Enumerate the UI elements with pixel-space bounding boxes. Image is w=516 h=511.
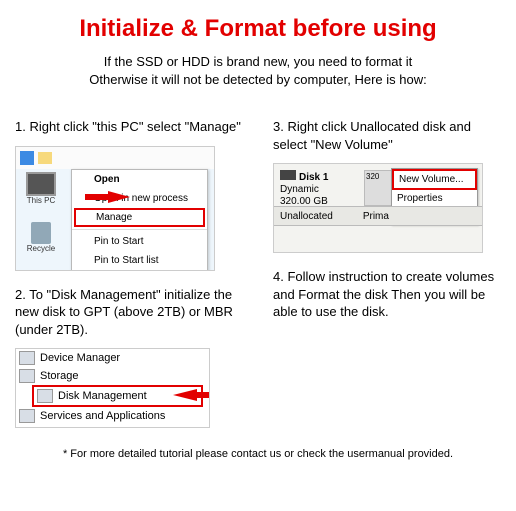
menu-properties[interactable]: Properties — [392, 190, 477, 207]
device-manager-label: Device Manager — [40, 352, 120, 364]
menu-manage[interactable]: Manage — [74, 208, 205, 227]
tree-storage[interactable]: Storage — [16, 367, 209, 385]
window-icon — [20, 151, 34, 165]
screenshot-this-pc-menu: This PC Recycle Open Open in new process… — [15, 146, 215, 271]
disk-icon — [280, 170, 296, 180]
menu-new-volume[interactable]: New Volume... — [392, 169, 477, 190]
menu-pin-start-list[interactable]: Pin to Start list — [72, 251, 207, 270]
tree-device-manager[interactable]: Device Manager — [16, 349, 209, 367]
footnote: * For more detailed tutorial please cont… — [15, 448, 501, 460]
taskbar — [16, 147, 214, 169]
step3-text: 3. Right click Unallocated disk and sele… — [273, 118, 501, 153]
recycle-label: Recycle — [27, 244, 55, 253]
screenshot-management-tree: Device Manager Storage Disk Management S… — [15, 348, 210, 428]
context-menu: Open Open in new process Manage Pin to S… — [71, 169, 208, 271]
step1-text: 1. Right click "this PC" select "Manage" — [15, 118, 243, 136]
disk-name: Disk 1 — [299, 172, 328, 183]
this-pc-icon[interactable]: This PC — [24, 172, 58, 210]
page-title: Initialize & Format before using — [15, 15, 501, 43]
device-manager-icon — [19, 351, 35, 365]
services-label: Services and Applications — [40, 410, 165, 422]
disk-management-icon — [37, 389, 53, 403]
step2-text: 2. To "Disk Management" initialize the n… — [15, 286, 243, 339]
subtitle-line1: If the SSD or HDD is brand new, you need… — [104, 54, 413, 69]
red-arrow-icon — [108, 191, 130, 203]
subtitle-line2: Otherwise it will not be detected by com… — [89, 72, 426, 87]
screenshot-disk-management: Disk 1 Dynamic 320.00 GB Online 320 New … — [273, 163, 483, 253]
menu-open[interactable]: Open — [72, 170, 207, 189]
right-column: 3. Right click Unallocated disk and sele… — [273, 118, 501, 348]
allocation-row: Unallocated Prima — [274, 206, 482, 226]
menu-separator — [72, 229, 207, 230]
storage-icon — [19, 369, 35, 383]
services-icon — [19, 409, 35, 423]
folder-icon — [38, 152, 52, 164]
red-arrow-icon — [173, 389, 197, 401]
recycle-bin-icon[interactable]: Recycle — [24, 222, 58, 253]
this-pc-label: This PC — [27, 196, 55, 205]
unallocated-label: Unallocated — [280, 211, 333, 222]
tree-services[interactable]: Services and Applications — [16, 407, 209, 425]
menu-pin-start[interactable]: Pin to Start — [72, 232, 207, 251]
step4-text: 4. Follow instruction to create volumes … — [273, 268, 501, 321]
storage-label: Storage — [40, 370, 79, 382]
disk-type: Dynamic — [280, 184, 319, 195]
disk-management-label: Disk Management — [58, 390, 147, 402]
left-column: 1. Right click "this PC" select "Manage"… — [15, 118, 243, 348]
primary-label: Prima — [363, 211, 389, 222]
subtitle: If the SSD or HDD is brand new, you need… — [15, 53, 501, 88]
